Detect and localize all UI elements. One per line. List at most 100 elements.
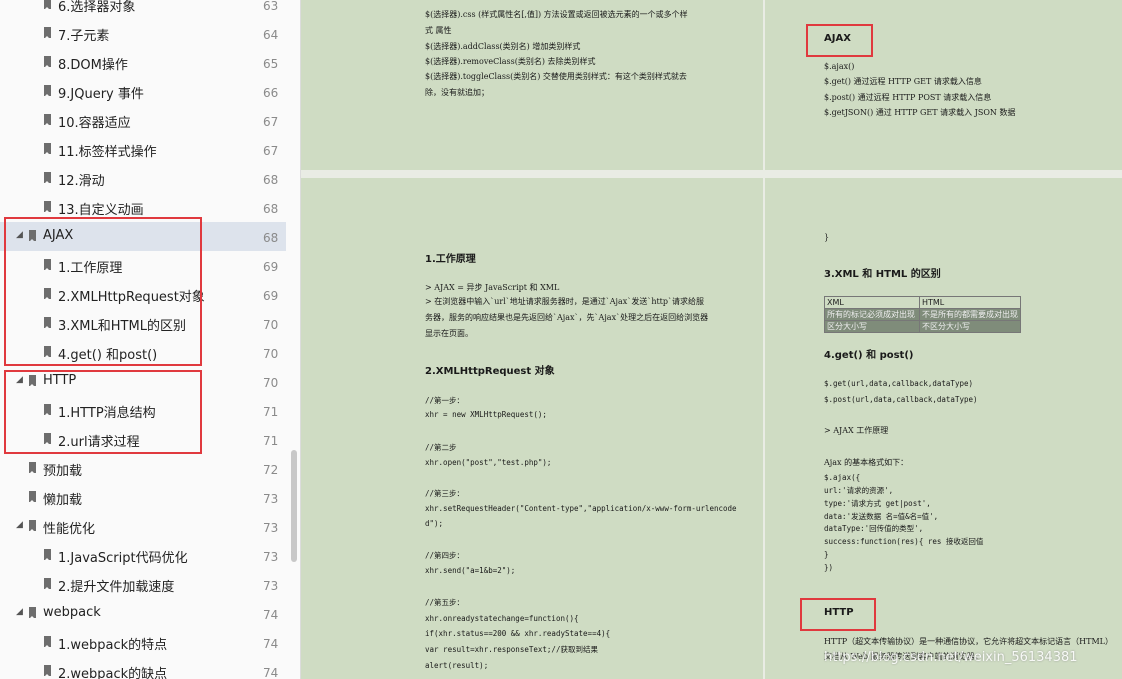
p1-line: 式 属性 xyxy=(425,26,452,35)
toc-item[interactable]: 2.XMLHttpRequest对象 69 xyxy=(0,280,286,309)
sidebar-scrollbar[interactable] xyxy=(291,450,297,562)
toc-item-page: 70 xyxy=(263,376,279,390)
toc-item[interactable]: 2.webpack的缺点 74 xyxy=(0,657,286,679)
toc-item[interactable]: 3.XML和HTML的区别 70 xyxy=(0,309,286,338)
bookmark-icon xyxy=(44,578,51,590)
toc-item[interactable]: 1.HTTP消息结构 71 xyxy=(0,396,286,425)
p2-line: $.post() 通过远程 HTTP POST 请求载入信息 xyxy=(824,93,992,102)
bookmark-icon xyxy=(44,549,51,561)
bookmark-icon xyxy=(44,636,51,648)
toc-item[interactable]: ◢ HTTP 70 xyxy=(0,367,286,396)
ajax-heading: AJAX xyxy=(824,33,851,44)
bookmark-icon xyxy=(44,56,51,68)
bookmark-icon xyxy=(29,607,36,619)
closing-brace: } xyxy=(824,233,830,242)
code-line: if(xhr.status==200 && xhr.readyState==4)… xyxy=(425,629,611,638)
toc-item-page: 66 xyxy=(263,86,279,100)
toc-item[interactable]: 10.容器适应 67 xyxy=(0,106,286,135)
toc-item-label: 懒加载 xyxy=(43,493,83,508)
section-heading: 1.工作原理 xyxy=(425,254,476,265)
toc-item[interactable]: 11.标签样式操作 67 xyxy=(0,135,286,164)
bookmark-icon xyxy=(44,172,51,184)
bookmark-icon xyxy=(29,230,36,242)
toc-item-label: 7.子元素 xyxy=(58,29,110,44)
xml-html-table: XML HTML 所有的标记必须成对出现 不是所有的都需要成对出现 区分大小写 不区分… xyxy=(824,296,1021,333)
code-line: d"); xyxy=(425,519,444,528)
bookmark-icon xyxy=(44,346,51,358)
p4-line: }) xyxy=(824,563,834,572)
p4-line: data:'发送数据 名=值&名=值', xyxy=(824,512,939,521)
toc-item[interactable]: 13.自定义动画 68 xyxy=(0,193,286,222)
toc-item[interactable]: ◢ 性能优化 73 xyxy=(0,512,286,541)
toc-item[interactable]: 7.子元素 64 xyxy=(0,19,286,48)
toc-item-page: 67 xyxy=(263,144,279,158)
toc-item-label: 1.JavaScript代码优化 xyxy=(58,551,188,566)
toc-item-page: 65 xyxy=(263,57,279,71)
toc-item[interactable]: 2.url请求过程 71 xyxy=(0,425,286,454)
toc-item-label: 13.自定义动画 xyxy=(58,203,144,218)
bookmark-icon xyxy=(44,288,51,300)
toc-item[interactable]: 1.工作原理 69 xyxy=(0,251,286,280)
p4-line: } xyxy=(824,550,829,559)
toc-item-page: 72 xyxy=(263,463,279,477)
code-line: var result=xhr.responseText;//获取到结果 xyxy=(425,645,598,654)
toc-item[interactable]: ◢ webpack 74 xyxy=(0,599,286,628)
p4-line: > AJAX 工作原理 xyxy=(824,426,889,435)
p2-line: $.get() 通过远程 HTTP GET 请求载入信息 xyxy=(824,77,982,86)
http-heading: HTTP xyxy=(824,607,854,618)
toc-item-label: 11.标签样式操作 xyxy=(58,145,157,160)
toc-item[interactable]: 9.JQuery 事件 66 xyxy=(0,77,286,106)
document-viewer[interactable] xyxy=(301,0,1122,679)
expand-triangle-icon[interactable]: ◢ xyxy=(16,520,23,530)
bookmark-icon xyxy=(44,259,51,271)
p1-line: 除，没有就追加； xyxy=(425,88,489,97)
toc-item[interactable]: 12.滑动 68 xyxy=(0,164,286,193)
page-bottom-right xyxy=(765,178,1122,679)
expand-triangle-icon[interactable]: ◢ xyxy=(16,230,23,240)
toc-item-page: 73 xyxy=(263,579,279,593)
p3-line: > AJAX = 异步 JavaScript 和 XML xyxy=(425,283,560,292)
bookmark-icon xyxy=(44,317,51,329)
p3-line: 务器，服务的响应结果也是先返回给`Ajax`，先`Ajax`处理之后在返回给浏览… xyxy=(425,313,709,322)
expand-triangle-icon[interactable]: ◢ xyxy=(16,607,23,617)
toc-item[interactable]: 6.选择器对象 63 xyxy=(0,0,286,19)
code-line: //第二步 xyxy=(425,443,457,452)
bookmark-sidebar: 6.选择器对象 63 7.子元素 64 8.DOM操作 65 9.JQuery 事件 66 10… xyxy=(0,0,301,679)
toc-item-page: 69 xyxy=(263,289,279,303)
p4-line: HTTP（超文本传输协议）是一种通信协议，它允许将超文本标记语言（HTML） xyxy=(824,637,1113,646)
p4-line: $.ajax({ xyxy=(824,473,861,482)
section-heading: 2.XMLHttpRequest 对象 xyxy=(425,366,555,377)
page-top-left xyxy=(301,0,763,170)
code-line: xhr.onreadystatechange=function(){ xyxy=(425,614,579,623)
toc-item[interactable]: 4.get() 和post() 70 xyxy=(0,338,286,367)
p2-line: $.ajax() xyxy=(824,62,855,71)
p1-line: $(选择器).removeClass(类别名) 去除类别样式 xyxy=(425,57,596,66)
toc-item[interactable]: 2.提升文件加载速度 73 xyxy=(0,570,286,599)
toc-item[interactable]: 预加载 72 xyxy=(0,454,286,483)
expand-triangle-icon[interactable]: ◢ xyxy=(16,375,23,385)
toc-item-label: 12.滑动 xyxy=(58,174,105,189)
bookmark-icon xyxy=(29,491,36,503)
toc-item-page: 71 xyxy=(263,434,279,448)
code-line: xhr.open("post","test.php"); xyxy=(425,458,552,467)
toc-item-page: 68 xyxy=(263,173,279,187)
toc-item[interactable]: 1.JavaScript代码优化 73 xyxy=(0,541,286,570)
bookmark-icon xyxy=(44,665,51,677)
toc-item-label: 9.JQuery 事件 xyxy=(58,87,144,102)
toc-item-label: 2.提升文件加载速度 xyxy=(58,580,175,595)
toc-item[interactable]: ◢ AJAX 68 xyxy=(0,222,286,251)
toc-item-page: 64 xyxy=(263,28,279,42)
p4-line: success:function(res){ res 接收返回值 xyxy=(824,537,984,546)
bookmark-icon xyxy=(44,404,51,416)
toc-item-label: 2.url请求过程 xyxy=(58,435,140,450)
toc-item-label: 2.XMLHttpRequest对象 xyxy=(58,290,205,305)
toc-item-label: HTTP xyxy=(43,373,77,388)
p4-line: $.get(url,data,callback,dataType) xyxy=(824,379,974,388)
p4-line: Ajax 的基本格式如下： xyxy=(824,458,909,467)
toc-item[interactable]: 1.webpack的特点 74 xyxy=(0,628,286,657)
p4-line: url:'请求的资源', xyxy=(824,486,894,495)
toc-item[interactable]: 懒加载 73 xyxy=(0,483,286,512)
toc-item-label: 预加载 xyxy=(43,464,83,479)
bookmark-icon xyxy=(44,0,51,10)
toc-item[interactable]: 8.DOM操作 65 xyxy=(0,48,286,77)
